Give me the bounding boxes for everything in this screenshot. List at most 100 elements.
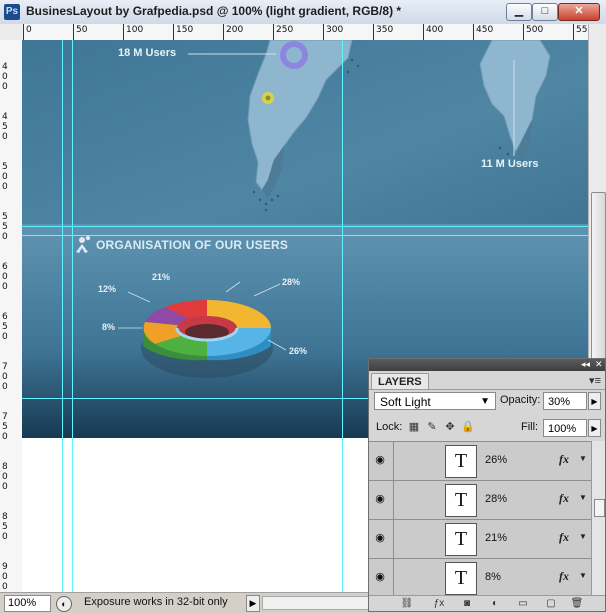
expand-effects-icon[interactable]: ▼ (579, 493, 587, 502)
lock-transparency-icon[interactable]: ▦ (407, 420, 421, 434)
ruler-tick: 350 (373, 24, 393, 40)
fill-slider-arrow-icon[interactable]: ▶ (588, 419, 601, 437)
scrollbar-thumb[interactable] (594, 499, 605, 517)
ruler-label: 700 (2, 362, 8, 392)
layer-name[interactable]: 26% (485, 454, 507, 466)
ruler-corner[interactable] (0, 24, 23, 41)
pie-label-26: 26% (289, 346, 308, 356)
tab-layers[interactable]: LAYERS (371, 373, 429, 390)
map-label-18m: 18 M Users (118, 47, 177, 59)
layers-panel-toolbar: ⛓ ƒx ◙ ◐ ▭ ▢ 🗑 (369, 595, 605, 611)
expand-effects-icon[interactable]: ▼ (579, 532, 587, 541)
layer-effects-icon[interactable]: fx (559, 569, 569, 584)
ruler-label: 900 (2, 562, 8, 592)
layer-list: ◉ T 26% fx ▼ ◉ T 28% fx ▼ ◉ T 21% fx ▼ ◉… (369, 441, 591, 596)
zoom-level-field[interactable]: 100% (4, 595, 51, 612)
opacity-input[interactable]: 30% (543, 392, 587, 410)
panel-close-icon[interactable]: ✕ (595, 359, 603, 370)
text-layer-thumbnail[interactable]: T (445, 523, 477, 556)
new-group-icon[interactable]: ▭ (515, 597, 531, 611)
ruler-tick: 400 (423, 24, 443, 40)
title-bar: Ps BusinesLayout by Grafpedia.psd @ 100%… (0, 0, 606, 25)
status-info-icon[interactable]: ◐ (56, 596, 72, 612)
ruler-label: 650 (2, 312, 8, 342)
layer-effects-icon[interactable]: fx (559, 491, 569, 506)
layer-list-scrollbar[interactable] (591, 441, 605, 595)
visibility-eye-icon[interactable]: ◉ (373, 531, 387, 545)
layer-name[interactable]: 28% (485, 493, 507, 505)
ruler-label: 600 (2, 262, 8, 292)
ruler-tick: 150 (173, 24, 193, 40)
pie-label-8: 8% (102, 322, 116, 332)
divider (393, 481, 394, 519)
layer-effects-icon[interactable]: fx (559, 452, 569, 467)
text-layer-thumbnail[interactable]: T (445, 484, 477, 517)
tab-divider (369, 389, 605, 390)
guide-horizontal[interactable] (22, 226, 588, 227)
ruler-label: 450 (2, 112, 8, 142)
vertical-ruler[interactable]: 400 450 500 550 600 650 700 750 800 850 … (0, 40, 23, 592)
divider (393, 442, 394, 480)
add-layer-style-icon[interactable]: ƒx (431, 597, 447, 611)
lock-all-icon[interactable]: 🔒 (461, 420, 475, 434)
window-title: BusinesLayout by Grafpedia.psd @ 100% (l… (26, 4, 402, 18)
visibility-eye-icon[interactable]: ◉ (373, 492, 387, 506)
panel-header-bar: ◂◂ ✕ (369, 359, 605, 371)
map-label-11m: 11 M Users (481, 158, 539, 170)
layer-row[interactable]: ◉ T 26% fx ▼ (369, 442, 591, 481)
layer-row[interactable]: ◉ T 8% fx ▼ (369, 559, 591, 596)
layer-effects-icon[interactable]: fx (559, 530, 569, 545)
visibility-eye-icon[interactable]: ◉ (373, 453, 387, 467)
guide-vertical[interactable] (72, 40, 73, 592)
blend-mode-select[interactable]: Soft Light ▼ (374, 392, 496, 410)
blend-mode-value: Soft Light (380, 395, 431, 409)
ruler-tick: 200 (223, 24, 243, 40)
ruler-tick: 450 (473, 24, 493, 40)
ruler-tick: 250 (273, 24, 293, 40)
visibility-eye-icon[interactable]: ◉ (373, 570, 387, 584)
layer-row[interactable]: ◉ T 21% fx ▼ (369, 520, 591, 559)
layer-name[interactable]: 8% (485, 571, 501, 583)
link-layers-icon[interactable]: ⛓ (399, 597, 415, 611)
status-text: Exposure works in 32-bit only (84, 596, 228, 608)
opacity-label: Opacity: (500, 394, 541, 406)
maximize-button[interactable]: □ (532, 3, 558, 21)
divider (393, 559, 394, 596)
adjustment-layer-icon[interactable]: ◐ (487, 597, 503, 611)
users-icon (76, 235, 91, 253)
chevron-down-icon: ▼ (480, 396, 490, 407)
ruler-label: 400 (2, 62, 8, 92)
guide-horizontal[interactable] (22, 235, 588, 236)
new-layer-icon[interactable]: ▢ (543, 597, 559, 611)
add-mask-icon[interactable]: ◙ (459, 597, 475, 611)
expand-effects-icon[interactable]: ▼ (579, 454, 587, 463)
ruler-tick: 550 (573, 24, 592, 40)
collapse-icon[interactable]: ◂◂ (581, 359, 590, 370)
layers-panel: ◂◂ ✕ LAYERS ▾≡ Soft Light ▼ Opacity: 30%… (368, 358, 606, 612)
ruler-label: 550 (2, 212, 8, 242)
ruler-tick: 0 (23, 24, 32, 40)
fill-label: Fill: (521, 421, 539, 433)
guide-vertical[interactable] (62, 40, 63, 592)
guide-vertical[interactable] (342, 40, 343, 592)
text-layer-thumbnail[interactable]: T (445, 445, 477, 478)
close-button[interactable]: ✕ (558, 3, 600, 21)
expand-effects-icon[interactable]: ▼ (579, 571, 587, 580)
text-layer-thumbnail[interactable]: T (445, 562, 477, 595)
lock-position-icon[interactable]: ✥ (443, 420, 457, 434)
canvas-horizontal-scrollbar[interactable] (262, 596, 370, 610)
delete-layer-icon[interactable]: 🗑 (569, 597, 585, 611)
divider (393, 520, 394, 558)
layer-name[interactable]: 21% (485, 532, 507, 544)
horizontal-ruler[interactable]: 0 50 100 150 200 250 300 350 400 450 500… (22, 24, 592, 41)
opacity-slider-arrow-icon[interactable]: ▶ (588, 392, 601, 410)
lock-image-icon[interactable]: ✎ (425, 420, 439, 434)
fill-input[interactable]: 100% (543, 419, 587, 437)
ruler-tick: 50 (73, 24, 87, 40)
panel-menu-icon[interactable]: ▾≡ (589, 374, 601, 387)
layer-row[interactable]: ◉ T 28% fx ▼ (369, 481, 591, 520)
section-title: ORGANISATION OF OUR USERS (96, 238, 289, 252)
ruler-label: 850 (2, 512, 8, 542)
minimize-button[interactable]: ▁ (506, 3, 532, 21)
status-menu-arrow-icon[interactable]: ▶ (246, 595, 260, 612)
